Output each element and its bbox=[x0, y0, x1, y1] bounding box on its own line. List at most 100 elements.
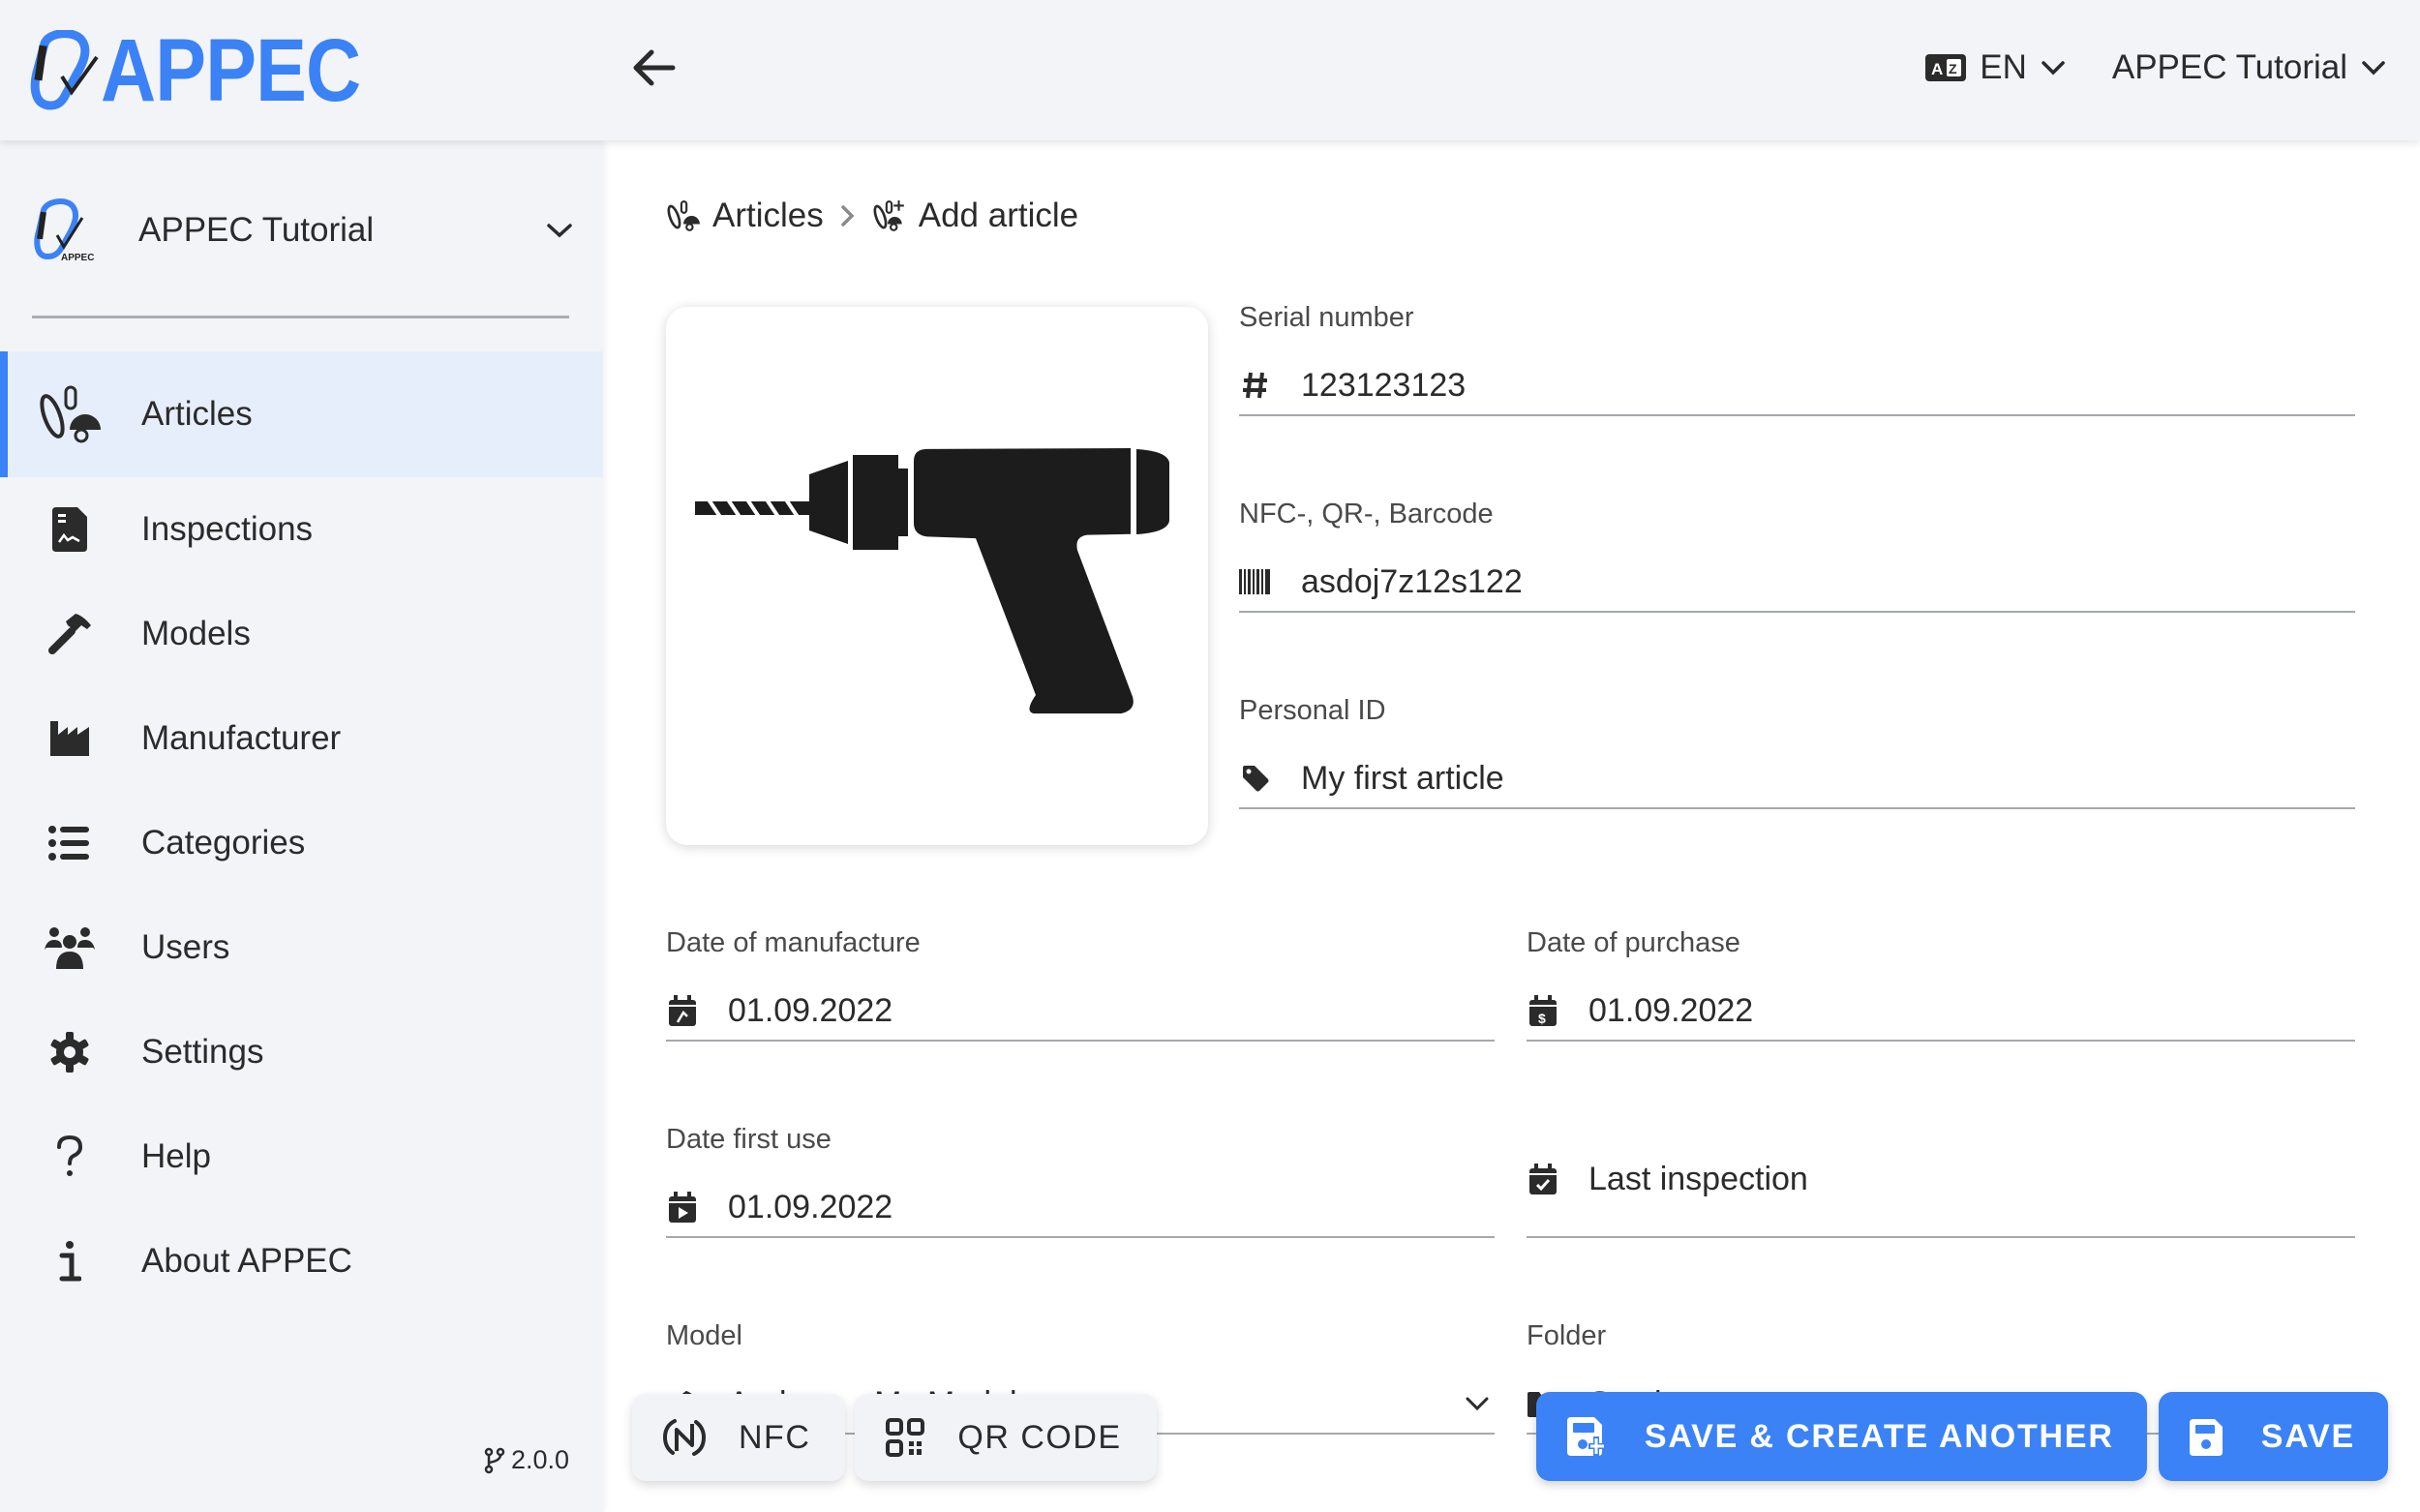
inspection-document-icon bbox=[37, 500, 103, 559]
save-plus-icon bbox=[1566, 1417, 1606, 1456]
date-purchase-label: Date of purchase bbox=[1527, 927, 1740, 958]
sidebar-divider bbox=[32, 316, 569, 318]
date-purchase-input[interactable]: $ 01.09.2022 bbox=[1527, 982, 2355, 1042]
model-label: Model bbox=[666, 1320, 742, 1351]
calendar-manufacture-icon bbox=[666, 993, 699, 1028]
logo-text: APPEC bbox=[101, 21, 361, 120]
org-logo-icon: APPEC bbox=[34, 197, 94, 263]
sidebar-item-label: Manufacturer bbox=[141, 719, 342, 757]
language-label: EN bbox=[1980, 48, 2027, 86]
save-and-create-another-label: SAVE & CREATE ANOTHER bbox=[1644, 1417, 2114, 1455]
serial-number-value: 123123123 bbox=[1301, 366, 1467, 404]
sidebar-item-models[interactable]: Models bbox=[0, 582, 603, 686]
sidebar-item-label: Categories bbox=[141, 824, 306, 862]
info-icon bbox=[37, 1232, 103, 1290]
version-number: 2.0.0 bbox=[510, 1445, 569, 1474]
git-branch-icon bbox=[484, 1447, 505, 1473]
last-inspection-placeholder: Last inspection bbox=[1588, 1160, 1808, 1197]
svg-text:Z: Z bbox=[1949, 61, 1957, 76]
top-app-bar: APPEC A Z EN APPEC Tutorial bbox=[0, 0, 2420, 140]
code-value: asdoj7z12s122 bbox=[1301, 562, 1523, 600]
personal-id-label: Personal ID bbox=[1239, 695, 1386, 726]
svg-text:$: $ bbox=[1538, 1011, 1546, 1026]
personal-id-input[interactable]: My first article bbox=[1239, 749, 2355, 809]
sidebar-item-users[interactable]: Users bbox=[0, 895, 603, 1000]
language-selector[interactable]: A Z EN bbox=[1925, 48, 2066, 87]
sidebar-item-manufacturer[interactable]: Manufacturer bbox=[0, 686, 603, 791]
serial-number-field: Serial number 123123123 bbox=[1239, 300, 2355, 416]
appec-logo[interactable]: APPEC bbox=[29, 21, 403, 120]
sidebar-item-label: Settings bbox=[141, 1033, 264, 1071]
gear-icon bbox=[37, 1023, 103, 1081]
chevron-down-icon bbox=[2042, 61, 2065, 76]
sidebar-item-label: Articles bbox=[141, 395, 253, 433]
nfc-icon bbox=[663, 1419, 706, 1456]
last-inspection-input[interactable]: Last inspection bbox=[1527, 1122, 2355, 1238]
date-first-use-value: 01.09.2022 bbox=[728, 1188, 893, 1225]
sidebar-nav: Articles Inspections Models Manufacturer… bbox=[0, 351, 603, 1314]
code-input[interactable]: asdoj7z12s122 bbox=[1239, 553, 2355, 613]
list-icon bbox=[37, 814, 103, 872]
barcode-icon bbox=[1239, 564, 1272, 599]
sidebar-item-categories[interactable]: Categories bbox=[0, 791, 603, 895]
articles-icon bbox=[667, 200, 700, 231]
save-and-create-another-button[interactable]: SAVE & CREATE ANOTHER bbox=[1535, 1392, 2147, 1481]
organization-menu[interactable]: APPEC Tutorial bbox=[2112, 48, 2386, 87]
code-label: NFC-, QR-, Barcode bbox=[1239, 499, 1494, 529]
date-purchase-value: 01.09.2022 bbox=[1588, 991, 1754, 1029]
qr-code-button[interactable]: QR CODE bbox=[855, 1394, 1157, 1481]
scan-actions: NFC QR CODE bbox=[632, 1394, 1157, 1481]
sidebar-item-inspections[interactable]: Inspections bbox=[0, 477, 603, 582]
users-icon bbox=[37, 919, 103, 977]
sidebar-item-articles[interactable]: Articles bbox=[0, 351, 603, 477]
sidebar-item-settings[interactable]: Settings bbox=[0, 1000, 603, 1104]
nfc-label: NFC bbox=[739, 1418, 811, 1456]
personal-id-value: My first article bbox=[1301, 759, 1504, 797]
organization-switcher[interactable]: APPEC APPEC Tutorial bbox=[32, 189, 574, 271]
date-manufacture-label: Date of manufacture bbox=[666, 927, 921, 958]
arrow-left-icon bbox=[633, 49, 676, 86]
svg-text:A: A bbox=[1931, 60, 1943, 78]
calendar-check-icon bbox=[1527, 1162, 1559, 1196]
chevron-down-icon bbox=[547, 223, 572, 237]
breadcrumb: Articles Add article bbox=[666, 197, 1078, 235]
date-manufacture-field: Date of manufacture 01.09.2022 bbox=[666, 925, 1495, 1042]
save-button[interactable]: SAVE bbox=[2158, 1392, 2388, 1481]
last-inspection-field: Last inspection bbox=[1527, 1122, 2355, 1238]
serial-number-input[interactable]: 123123123 bbox=[1239, 356, 2355, 416]
qr-code-icon bbox=[886, 1418, 925, 1457]
articles-icon bbox=[37, 385, 103, 443]
translate-icon: A Z bbox=[1925, 54, 1967, 81]
article-image[interactable] bbox=[666, 307, 1208, 845]
serial-number-label: Serial number bbox=[1239, 302, 1414, 333]
hammer-icon bbox=[37, 605, 103, 663]
factory-icon bbox=[37, 710, 103, 768]
tag-icon bbox=[1239, 761, 1272, 796]
chevron-right-icon bbox=[841, 205, 855, 227]
calendar-dollar-icon: $ bbox=[1527, 993, 1559, 1028]
breadcrumb-articles[interactable]: Articles bbox=[666, 197, 824, 235]
save-actions: SAVE & CREATE ANOTHER SAVE bbox=[1535, 1392, 2388, 1481]
folder-label: Folder bbox=[1527, 1320, 1607, 1351]
org-name: APPEC Tutorial bbox=[138, 210, 375, 249]
qr-code-label: QR CODE bbox=[957, 1418, 1122, 1456]
sidebar-item-about[interactable]: About APPEC bbox=[0, 1209, 603, 1314]
date-manufacture-input[interactable]: 01.09.2022 bbox=[666, 982, 1495, 1042]
nfc-button[interactable]: NFC bbox=[632, 1394, 846, 1481]
sidebar-item-label: Models bbox=[141, 615, 251, 652]
date-first-use-input[interactable]: 01.09.2022 bbox=[666, 1178, 1495, 1238]
sidebar-item-label: Inspections bbox=[141, 510, 314, 548]
question-icon bbox=[37, 1128, 103, 1186]
date-manufacture-value: 01.09.2022 bbox=[728, 991, 893, 1029]
date-purchase-field: Date of purchase $ 01.09.2022 bbox=[1527, 925, 2355, 1042]
hash-icon bbox=[1239, 368, 1272, 403]
sidebar-item-label: Users bbox=[141, 928, 230, 966]
breadcrumb-current-label: Add article bbox=[918, 197, 1079, 234]
breadcrumb-parent-label: Articles bbox=[712, 197, 824, 234]
sidebar-item-help[interactable]: Help bbox=[0, 1104, 603, 1209]
sidebar: APPEC APPEC Tutorial Articles Inspection… bbox=[0, 140, 603, 1512]
back-button[interactable] bbox=[620, 39, 687, 97]
sidebar-item-label: Help bbox=[141, 1137, 211, 1175]
carabiner-logo-icon bbox=[30, 30, 99, 110]
organization-label: APPEC Tutorial bbox=[2111, 48, 2347, 86]
